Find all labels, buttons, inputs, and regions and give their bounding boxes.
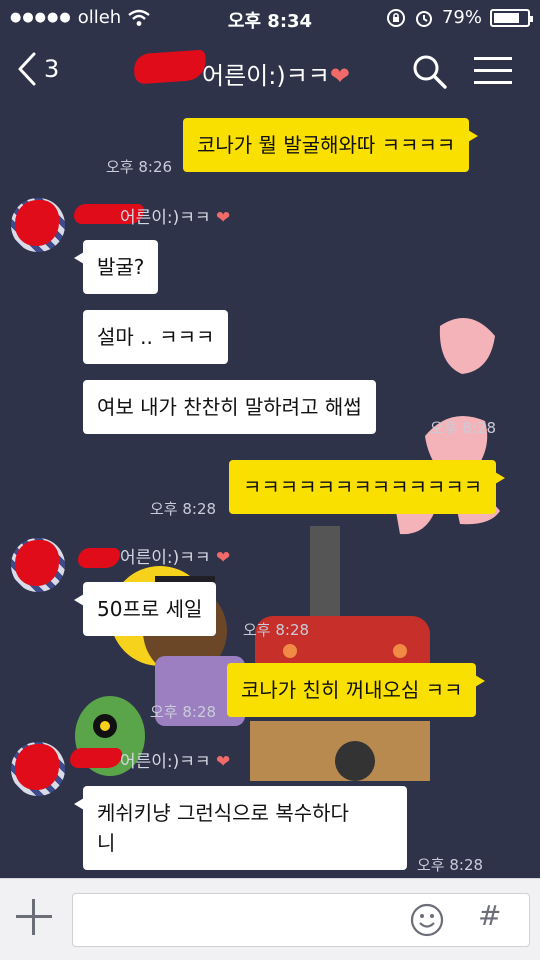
message-time: 오후 8:28 bbox=[430, 419, 497, 437]
sender-name-text: 어른이:)ㅋㅋ bbox=[120, 548, 211, 568]
sender-name: 어른이:)ㅋㅋ ❤ bbox=[120, 747, 230, 772]
their-message-bubble[interactable]: 발굴? bbox=[73, 240, 159, 294]
sender-name: 어른이:)ㅋㅋ ❤ bbox=[120, 543, 230, 568]
message-time: 오후 8:28 bbox=[150, 500, 217, 518]
chat-area[interactable]: 오후 8:26 코나가 뭘 발굴해와따 ㅋㅋㅋㅋ 어른이:)ㅋㅋ ❤ 발굴? 설… bbox=[0, 106, 540, 878]
message-input[interactable] bbox=[72, 893, 530, 947]
back-button[interactable]: 3 bbox=[14, 50, 59, 88]
heart-icon: ❤ bbox=[329, 62, 350, 90]
avatar[interactable] bbox=[11, 538, 65, 592]
name-redaction bbox=[78, 548, 120, 568]
their-message-bubble[interactable]: 여보 내가 찬찬히 말하려고 해썹 bbox=[83, 380, 376, 434]
chevron-left-icon bbox=[18, 52, 36, 86]
battery-percent: 79% bbox=[441, 7, 482, 28]
sender-name-text: 어른이:)ㅋㅋ bbox=[120, 752, 211, 772]
chat-title-text: 어른이:)ㅋㅋ bbox=[202, 62, 330, 90]
chat-title: 어른이:)ㅋㅋ❤ bbox=[140, 56, 400, 91]
menu-icon[interactable] bbox=[472, 52, 514, 90]
status-right: 79% bbox=[386, 7, 533, 28]
sender-name: 어른이:)ㅋㅋ ❤ bbox=[120, 203, 230, 228]
their-message-bubble[interactable]: 설마 .. ㅋㅋㅋ bbox=[83, 310, 229, 364]
avatar[interactable] bbox=[11, 742, 65, 796]
unread-count: 3 bbox=[44, 55, 60, 83]
avatar-redaction bbox=[15, 200, 59, 246]
status-bar: ●●●●● olleh 오후 8:34 79% bbox=[0, 0, 540, 36]
message-time: 오후 8:28 bbox=[417, 856, 484, 874]
avatar[interactable] bbox=[11, 198, 65, 252]
heart-icon: ❤ bbox=[215, 752, 231, 772]
name-redaction bbox=[70, 748, 122, 768]
their-message-bubble[interactable]: 케쉬키냥 그런식으로 복수하다 니 bbox=[74, 786, 407, 870]
alarm-icon bbox=[415, 10, 432, 27]
emoji-icon[interactable] bbox=[410, 903, 444, 937]
my-message-bubble[interactable]: ㅋㅋㅋㅋㅋㅋㅋㅋㅋㅋㅋㅋㅋ bbox=[229, 460, 506, 514]
my-message-bubble[interactable]: 코나가 뭘 발굴해와따 ㅋㅋㅋㅋ bbox=[183, 118, 479, 172]
battery-icon bbox=[490, 8, 533, 27]
sender-name-text: 어른이:)ㅋㅋ bbox=[120, 208, 211, 228]
search-icon[interactable] bbox=[410, 52, 448, 90]
message-time: 오후 8:26 bbox=[106, 158, 173, 176]
their-message-bubble[interactable]: 50프로 세일 bbox=[73, 582, 217, 636]
avatar-redaction bbox=[15, 540, 59, 586]
my-message-bubble[interactable]: 코나가 친히 꺼내오심 ㅋㅋ bbox=[227, 663, 486, 717]
heart-icon: ❤ bbox=[215, 208, 231, 228]
avatar-redaction bbox=[15, 744, 59, 790]
hashtag-search-button[interactable]: # bbox=[478, 899, 501, 932]
heart-icon: ❤ bbox=[215, 548, 231, 568]
chat-header: 3 어른이:)ㅋㅋ❤ bbox=[0, 36, 540, 106]
rotation-lock-icon bbox=[386, 8, 405, 27]
plus-icon[interactable] bbox=[14, 897, 54, 937]
message-time: 오후 8:28 bbox=[243, 621, 310, 639]
message-time: 오후 8:28 bbox=[150, 703, 217, 721]
input-bar: # bbox=[0, 878, 540, 960]
battery-level bbox=[494, 12, 519, 23]
